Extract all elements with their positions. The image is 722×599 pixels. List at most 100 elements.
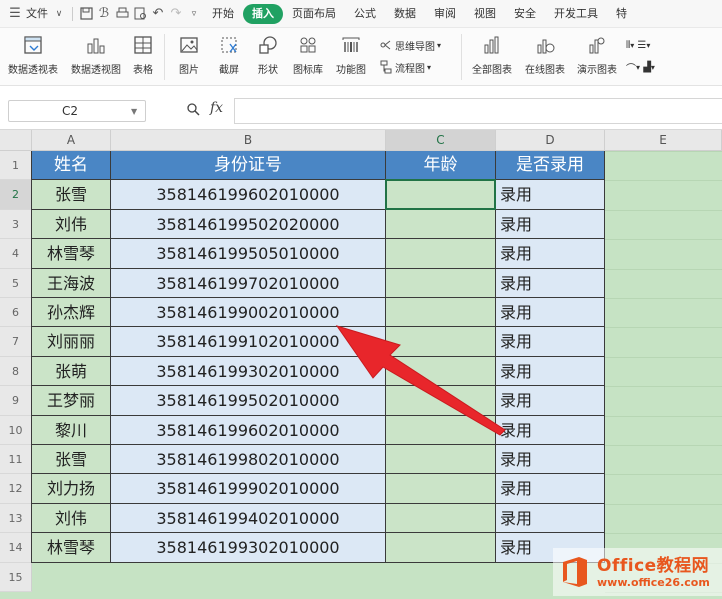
cell-age[interactable] xyxy=(386,298,496,328)
cell-age[interactable] xyxy=(386,268,496,298)
name-box[interactable]: C2 ▼ xyxy=(8,100,146,122)
cell-name[interactable]: 林雪琴 xyxy=(32,533,111,563)
line-chart-dropdown[interactable]: ⌒ ▾ ▟ ▾ xyxy=(626,56,655,78)
cell-age[interactable] xyxy=(386,386,496,416)
header-age[interactable]: 年龄 xyxy=(386,151,496,181)
tab-special[interactable]: 特 xyxy=(607,4,636,24)
cell-id-number[interactable]: 358146199502020000 xyxy=(111,209,386,240)
tab-review[interactable]: 审阅 xyxy=(425,4,465,24)
cell-name[interactable]: 张雪 xyxy=(32,180,111,210)
cell-age[interactable] xyxy=(386,503,496,534)
online-charts-button[interactable]: 在线图表 xyxy=(518,28,572,86)
function-chart-button[interactable]: 功能图 xyxy=(329,28,373,86)
cell-name[interactable]: 刘力扬 xyxy=(32,474,111,504)
cell-hired[interactable]: 录用 xyxy=(496,327,605,357)
shape-button[interactable]: 形状 xyxy=(249,28,287,86)
chevron-down-icon[interactable]: ▼ xyxy=(131,107,145,116)
header-name[interactable]: 姓名 xyxy=(32,151,111,181)
tab-home[interactable]: 开始 xyxy=(203,4,243,24)
tab-data[interactable]: 数据 xyxy=(385,4,425,24)
row-header-9[interactable]: 9 xyxy=(0,386,32,416)
column-header-a[interactable]: A xyxy=(32,130,111,151)
flowchart-button[interactable]: 流程图 ▾ xyxy=(379,56,457,78)
cell-name[interactable]: 黎川 xyxy=(32,415,111,445)
row-header-14[interactable]: 14 xyxy=(0,533,32,563)
tab-view[interactable]: 视图 xyxy=(465,4,505,24)
row-header-3[interactable]: 3 xyxy=(0,209,32,240)
mindmap-button[interactable]: 思维导图 ▾ xyxy=(379,34,457,56)
cell-name[interactable]: 孙杰辉 xyxy=(32,298,111,328)
cell-id-number[interactable]: 358146199902010000 xyxy=(111,474,386,504)
icon-library-button[interactable]: 图标库 xyxy=(287,28,329,86)
cell-id-number[interactable]: 358146199505010000 xyxy=(111,239,386,269)
active-cell-c2[interactable] xyxy=(385,179,496,210)
cell-id-number[interactable]: 358146199602010000 xyxy=(111,415,386,445)
print-icon[interactable] xyxy=(113,5,131,23)
cell-id-number[interactable]: 358146199102010000 xyxy=(111,327,386,357)
row-header-11[interactable]: 11 xyxy=(0,445,32,475)
tab-page-layout[interactable]: 页面布局 xyxy=(283,4,345,24)
cell-id-number[interactable]: 358146199302010000 xyxy=(111,533,386,563)
quick-access-dropdown-icon[interactable]: ▿ xyxy=(185,5,203,23)
menu-file[interactable]: 文件 xyxy=(24,4,50,24)
cell-age[interactable] xyxy=(386,327,496,357)
cell-name[interactable]: 刘丽丽 xyxy=(32,327,111,357)
row-header-10[interactable]: 10 xyxy=(0,415,32,445)
header-hired[interactable]: 是否录用 xyxy=(496,151,605,181)
row-header-13[interactable]: 13 xyxy=(0,503,32,534)
cell-age[interactable] xyxy=(386,239,496,269)
screenshot-button[interactable]: 截屏 xyxy=(209,28,249,86)
cell-id-number[interactable]: 358146199802010000 xyxy=(111,445,386,475)
zoom-icon[interactable] xyxy=(186,102,200,120)
pivot-table-button[interactable]: 数据透视表 xyxy=(0,28,66,86)
undo-icon[interactable]: ↶ xyxy=(149,5,167,23)
column-header-b[interactable]: B xyxy=(111,130,386,151)
cell-name[interactable]: 刘伟 xyxy=(32,503,111,534)
area-chart-icon[interactable]: ▟ xyxy=(643,62,651,73)
cell-hired[interactable]: 录用 xyxy=(496,209,605,240)
cell-hired[interactable]: 录用 xyxy=(496,415,605,445)
cell-hired[interactable]: 录用 xyxy=(496,356,605,387)
hamburger-menu-icon[interactable]: ☰ xyxy=(6,5,24,23)
cell-age[interactable] xyxy=(386,356,496,387)
row-header-15[interactable]: 15 xyxy=(0,562,32,592)
row-header-8[interactable]: 8 xyxy=(0,356,32,387)
cell-age[interactable] xyxy=(386,415,496,445)
cell-hired[interactable]: 录用 xyxy=(496,298,605,328)
row-header-4[interactable]: 4 xyxy=(0,239,32,269)
cell-hired[interactable]: 录用 xyxy=(496,474,605,504)
column-chart-dropdown[interactable]: ⫴ ▾ ☰ ▾ xyxy=(626,34,655,56)
cell-hired[interactable]: 录用 xyxy=(496,268,605,298)
print-preview-icon[interactable] xyxy=(131,5,149,23)
row-header-7[interactable]: 7 xyxy=(0,327,32,357)
cell-age[interactable] xyxy=(386,474,496,504)
cell-hired[interactable]: 录用 xyxy=(496,386,605,416)
header-id-number[interactable]: 身份证号 xyxy=(111,151,386,181)
cell-name[interactable]: 王海波 xyxy=(32,268,111,298)
format-painter-icon[interactable]: ℬ xyxy=(95,5,113,23)
cell-age[interactable] xyxy=(386,445,496,475)
formula-input[interactable] xyxy=(234,98,722,124)
row-header-5[interactable]: 5 xyxy=(0,268,32,298)
cell-id-number[interactable]: 358146199402010000 xyxy=(111,503,386,534)
redo-icon[interactable]: ↷ xyxy=(167,5,185,23)
cell-id-number[interactable]: 358146199502010000 xyxy=(111,386,386,416)
cell-hired[interactable]: 录用 xyxy=(496,445,605,475)
cell-name[interactable]: 刘伟 xyxy=(32,209,111,240)
picture-button[interactable]: 图片 xyxy=(169,28,209,86)
column-header-e[interactable]: E xyxy=(605,130,722,151)
cell-name[interactable]: 林雪琴 xyxy=(32,239,111,269)
cell-name[interactable]: 王梦丽 xyxy=(32,386,111,416)
column-header-d[interactable]: D xyxy=(496,130,605,151)
chevron-down-icon[interactable]: ∨ xyxy=(50,5,68,23)
tab-formulas[interactable]: 公式 xyxy=(345,4,385,24)
select-all-corner[interactable] xyxy=(0,130,32,151)
cell-hired[interactable]: 录用 xyxy=(496,239,605,269)
column-header-c[interactable]: C xyxy=(386,130,496,151)
row-header-1[interactable]: 1 xyxy=(0,151,32,181)
bar-chart-icon[interactable]: ☰ xyxy=(637,40,646,51)
pivot-chart-button[interactable]: 数据透视图 xyxy=(66,28,126,86)
cell-id-number[interactable]: 358146199002010000 xyxy=(111,298,386,328)
cell-id-number[interactable]: 358146199602010000 xyxy=(111,180,386,210)
cell-id-number[interactable]: 358146199702010000 xyxy=(111,268,386,298)
